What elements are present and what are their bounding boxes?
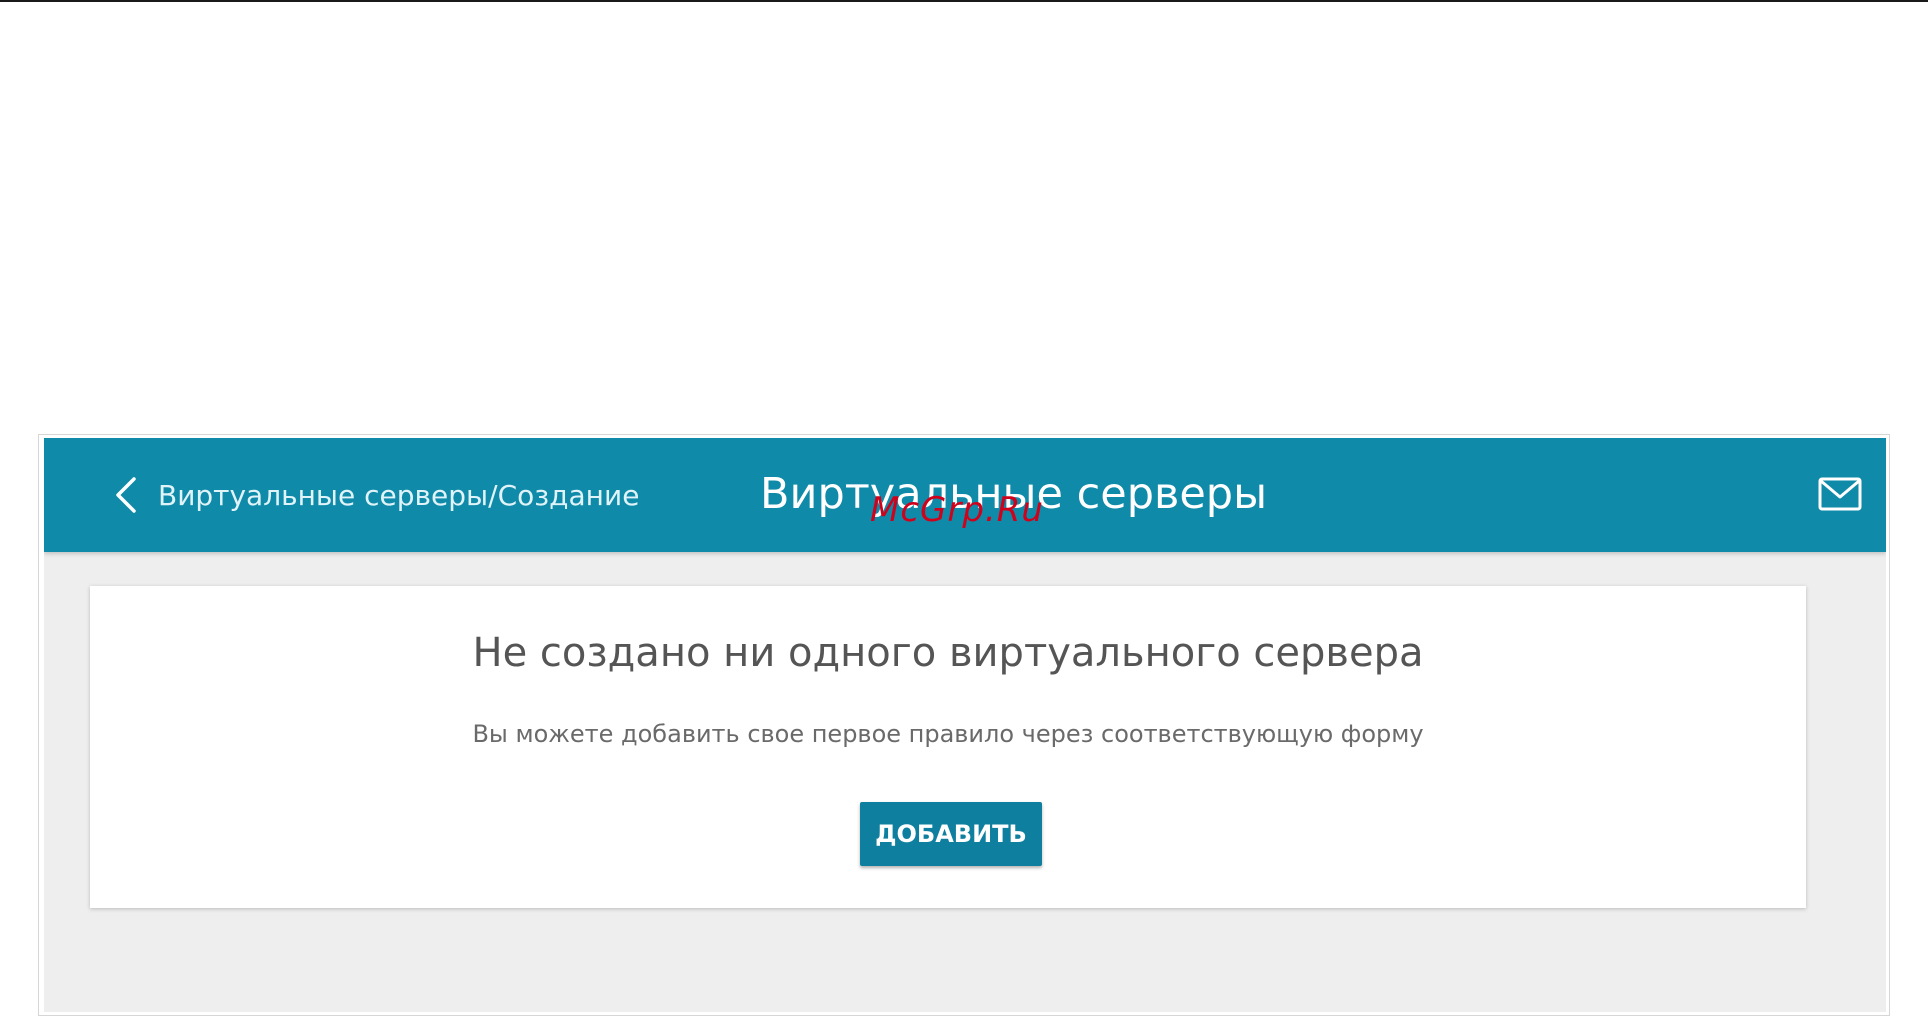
- empty-state-title: Не создано ни одного виртуального сервер…: [472, 630, 1424, 676]
- top-divider: [0, 0, 1928, 2]
- empty-state-description: Вы можете добавить свое первое правило ч…: [472, 720, 1424, 748]
- app-window: Виртуальные серверы/Создание Виртуальные…: [44, 438, 1886, 1012]
- back-link[interactable]: Виртуальные серверы/Создание: [112, 468, 639, 522]
- page-title: Виртуальные серверы: [760, 469, 1268, 519]
- add-button[interactable]: ДОБАВИТЬ: [860, 802, 1042, 866]
- back-link-label[interactable]: Виртуальные серверы/Создание: [158, 479, 639, 512]
- mail-icon[interactable]: [1818, 476, 1862, 512]
- header-bar: Виртуальные серверы/Создание Виртуальные…: [44, 438, 1886, 552]
- chevron-left-icon[interactable]: [112, 475, 138, 515]
- empty-state-card: Не создано ни одного виртуального сервер…: [90, 586, 1806, 908]
